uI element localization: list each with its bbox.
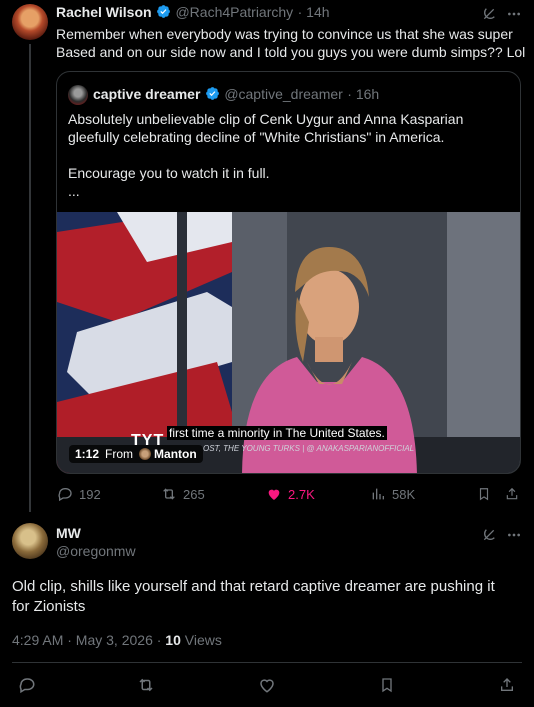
video-player[interactable]: first time a minority in The United Stat… [57,212,520,473]
video-caption: first time a minority in The United Stat… [167,426,387,440]
like-icon [268,489,280,500]
lower-third-text: OST, THE YOUNG TURKS | @ ANAKASPARIANOFF… [203,444,415,453]
quote-author-handle[interactable]: @captive_dreamer [224,86,343,102]
reply-button[interactable]: 192 [57,486,101,502]
verified-icon [157,5,170,18]
like-button[interactable]: 2.7K [266,486,315,502]
post-time[interactable]: · 14h [298,4,330,20]
timestamp[interactable]: 4:29 AM · May 3, 2026 · [12,632,165,648]
reply-count: 192 [79,486,101,502]
more-icon[interactable] [505,6,523,22]
avatar-mw[interactable] [12,523,48,559]
like-count: 2.7K [288,486,315,502]
tweet1-header: Rachel Wilson @Rach4Patriarchy · 14h [56,4,476,22]
reply-button[interactable] [18,676,36,694]
views-count: 58K [392,486,416,502]
views-icon [372,488,384,500]
avatar-rachel-wilson[interactable] [12,4,48,40]
share-icon [501,678,513,691]
reply-icon [19,678,35,694]
bookmark-button[interactable] [477,486,491,502]
quoted-tweet[interactable]: captive dreamer @captive_dreamer · 16h A… [56,71,521,474]
like-button[interactable] [258,676,276,694]
tweet1-text: Remember when everybody was trying to co… [56,25,526,61]
repost-button[interactable]: 265 [161,486,205,502]
repost-count: 265 [183,486,205,502]
author-name[interactable]: Rachel Wilson [56,4,152,20]
tweet2-meta: 4:29 AM · May 3, 2026 · 10 Views [12,632,222,648]
tweet2-text-line1: Old clip, shills like yourself and that … [12,578,495,595]
quote-text-line4: ... [68,183,80,199]
author-handle[interactable]: @Rach4Patriarchy [175,4,293,20]
video-duration: 1:12 [75,447,100,461]
bookmark-icon [382,678,392,693]
avatar-captive-dreamer[interactable] [68,85,88,105]
author-handle[interactable]: @oregonmw [56,543,136,559]
tweet2-author: MW @oregonmw [56,525,136,559]
video-duration-badge: 1:12 From Manton [69,445,203,463]
bookmark-button[interactable] [379,676,395,694]
from-avatar [139,448,152,460]
share-icon [506,487,518,500]
from-label: From [105,447,134,461]
verified-icon [205,87,219,100]
repost-button[interactable] [137,676,155,694]
quote-text-line1: Absolutely unbelievable clip of Cenk Uyg… [68,111,464,127]
repost-icon [139,678,153,692]
quote-author-name[interactable]: captive dreamer [93,86,200,102]
tweet1-text-line2: Based and on our side now and I told you… [56,44,526,60]
views-label: Views [180,632,222,648]
from-name[interactable]: Manton [154,447,197,461]
thread-line [29,44,31,512]
bookmark-icon [479,488,489,501]
views-count: 10 [165,632,181,648]
quote-header: captive dreamer @captive_dreamer · 16h [93,86,379,104]
like-icon [260,679,274,693]
quote-text-line3: Encourage you to watch it in full. [68,165,270,181]
tweet2-text: Old clip, shills like yourself and that … [12,577,527,617]
share-button[interactable] [505,486,519,502]
repost-icon [163,488,175,500]
views-button[interactable]: 58K [370,486,415,502]
quote-text-line2: gleefully celebrating decline of "White … [68,129,445,145]
grok-icon[interactable] [481,6,497,22]
reply-icon [58,488,72,502]
tweet1-text-line1: Remember when everybody was trying to co… [56,26,513,42]
grok-icon[interactable] [481,527,497,543]
share-button[interactable] [499,676,515,694]
quote-time[interactable]: · 16h [347,86,379,102]
quote-text: Absolutely unbelievable clip of Cenk Uyg… [68,110,513,200]
more-icon[interactable] [505,527,523,543]
divider [12,662,522,663]
author-name[interactable]: MW [56,525,136,541]
tweet2-text-line2: for Zionists [12,598,86,615]
